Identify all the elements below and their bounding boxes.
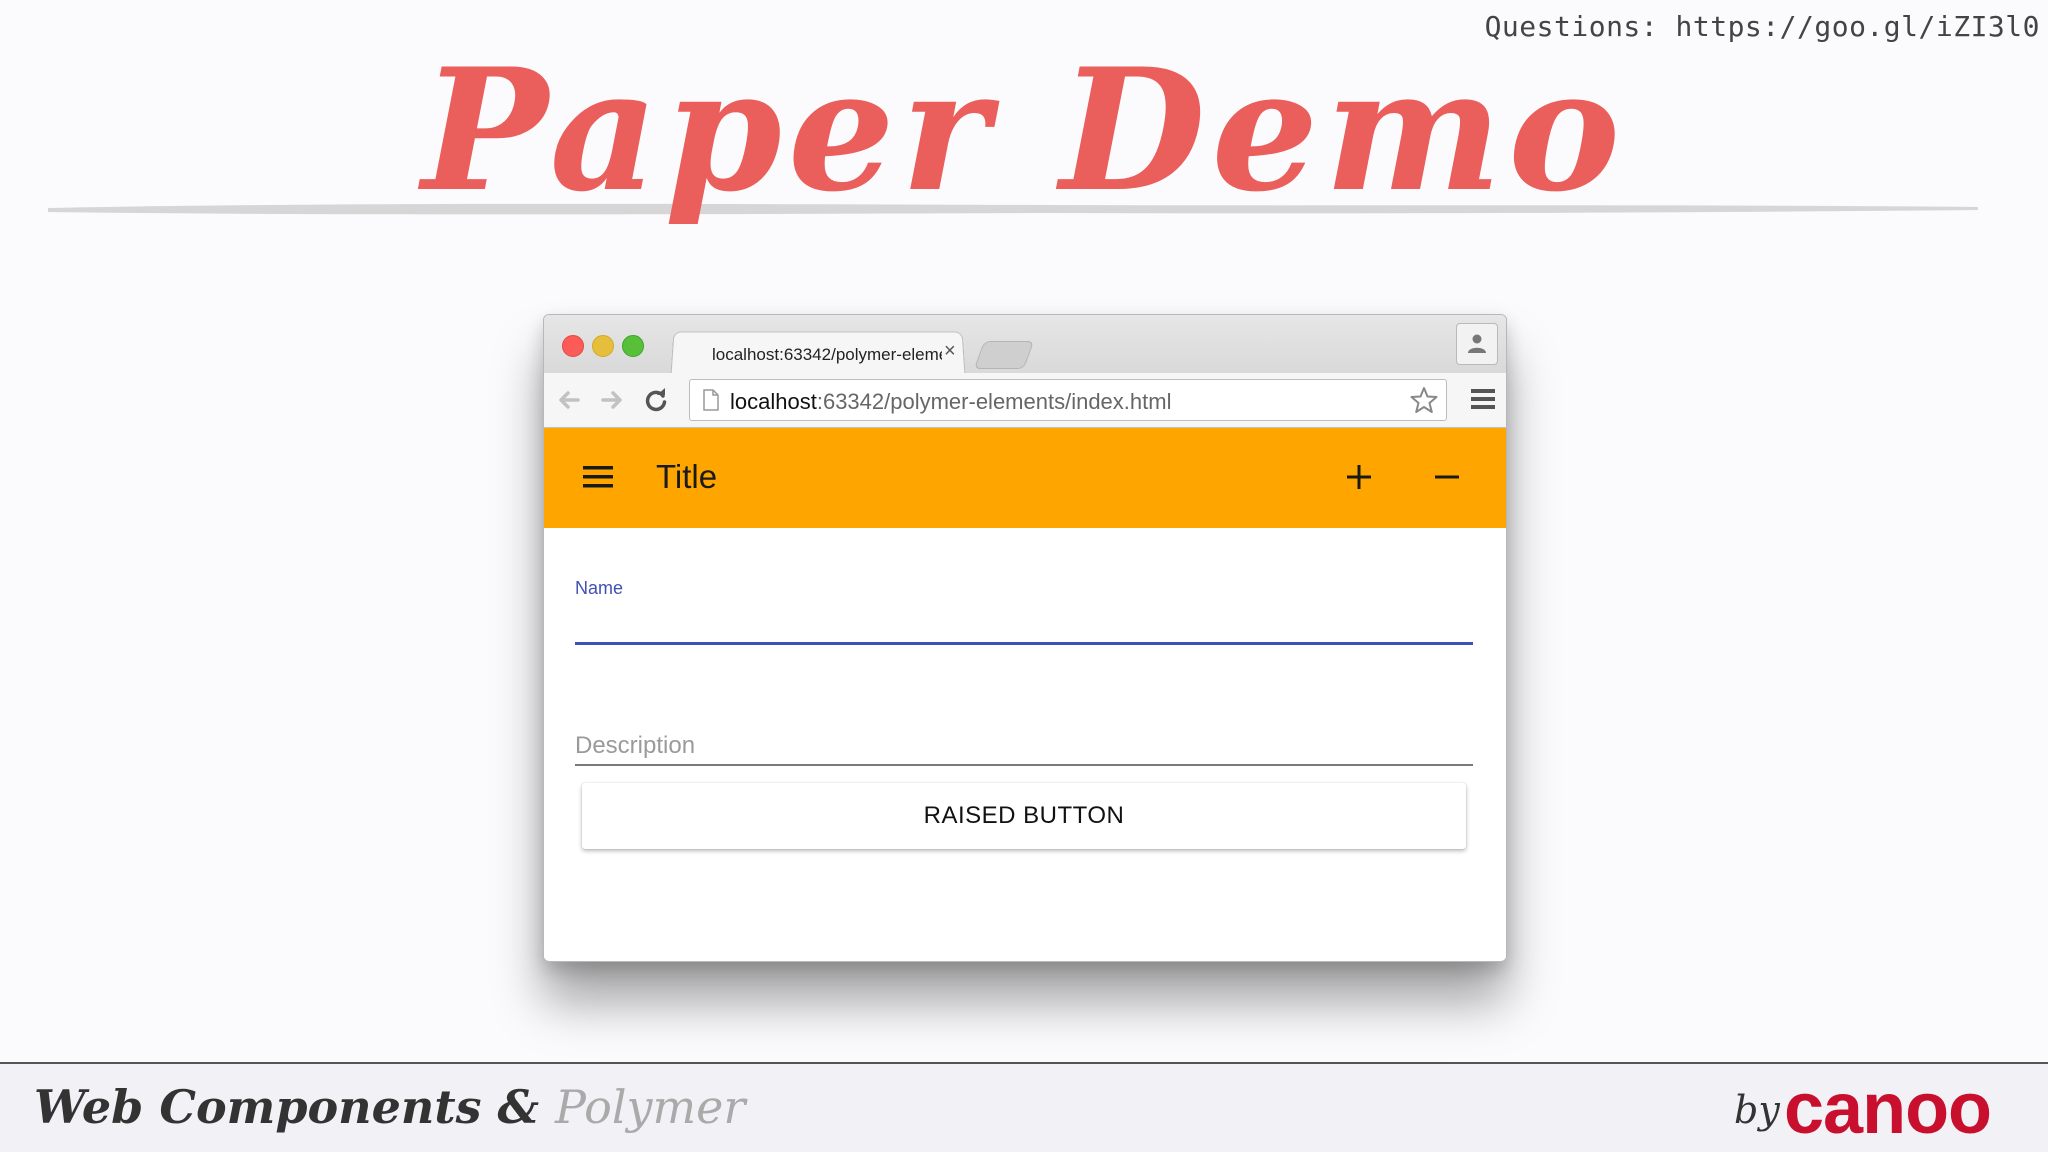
star-icon[interactable]: [1410, 386, 1438, 414]
app-toolbar: Title: [544, 428, 1506, 528]
slide: Questions: https://goo.gl/iZI3l0 Paper D…: [0, 0, 2048, 1152]
url-text: localhost:63342/polymer-elements/index.h…: [730, 389, 1171, 415]
footer: Web Components & Polymer by canoo: [0, 1062, 2048, 1152]
tab-bar: localhost:63342/polymer-elements/index.h…: [544, 315, 1506, 377]
maximize-window-button[interactable]: [622, 335, 644, 357]
footer-course-title: Web Components & Polymer: [34, 1080, 745, 1134]
name-input[interactable]: [575, 606, 1473, 645]
app-title: Title: [656, 458, 718, 495]
close-window-button[interactable]: [562, 335, 584, 357]
hamburger-icon[interactable]: [582, 464, 614, 490]
title-wrap: Paper Demo: [0, 30, 2048, 232]
browser-window: localhost:63342/polymer-elements/index.h…: [543, 314, 1507, 962]
back-arrow-icon[interactable]: [554, 385, 584, 415]
remove-icon[interactable]: [1432, 462, 1462, 492]
footer-title-accent: Polymer: [555, 1080, 746, 1134]
url-path: :63342/polymer-elements/index.html: [816, 389, 1172, 414]
brand-logo: canoo: [1784, 1069, 1992, 1149]
menu-icon[interactable]: [1470, 387, 1496, 411]
profile-button[interactable]: [1456, 323, 1498, 365]
new-tab-button[interactable]: [973, 341, 1035, 369]
address-bar[interactable]: localhost:63342/polymer-elements/index.h…: [689, 379, 1447, 421]
name-label: Name: [575, 578, 624, 598]
slide-title: Paper Demo: [421, 31, 1627, 229]
tab-close-icon[interactable]: ×: [944, 340, 956, 363]
footer-by-label: by: [1734, 1088, 1780, 1132]
footer-title-main: Web Components &: [34, 1080, 556, 1134]
browser-toolbar: localhost:63342/polymer-elements/index.h…: [544, 373, 1506, 428]
minimize-window-button[interactable]: [592, 335, 614, 357]
tab-title: localhost:63342/polymer-elements/index.h…: [712, 345, 942, 364]
profile-icon: [1468, 334, 1486, 353]
url-host: localhost: [730, 389, 817, 414]
page-icon: [703, 389, 719, 411]
reload-icon[interactable]: [641, 385, 671, 415]
add-icon[interactable]: [1344, 462, 1374, 492]
description-input[interactable]: [575, 728, 1473, 766]
page-content: Name RAISED BUTTON: [544, 528, 1506, 958]
raised-button[interactable]: RAISED BUTTON: [582, 783, 1466, 849]
forward-arrow-icon[interactable]: [597, 385, 627, 415]
